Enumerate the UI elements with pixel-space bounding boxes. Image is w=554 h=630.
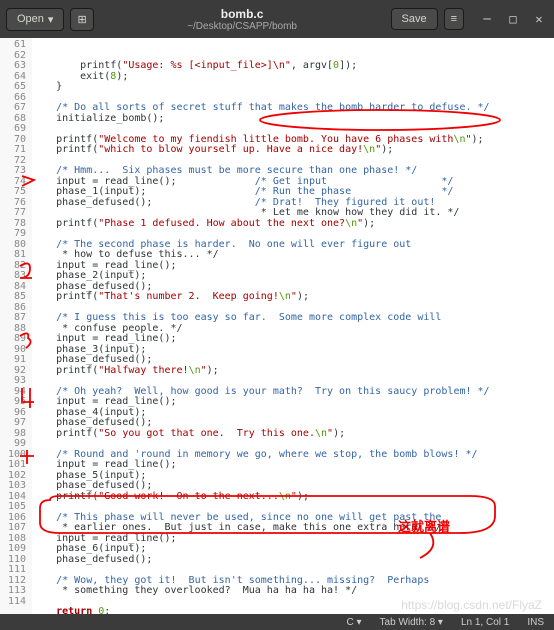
line-number: 114 bbox=[0, 597, 26, 608]
line-number: 109 bbox=[0, 544, 26, 555]
title-center: bomb.c ~/Desktop/CSAPP/bomb bbox=[100, 7, 385, 32]
line-number: 73 bbox=[0, 166, 26, 177]
code-line[interactable]: * earlier ones. But just in case, make t… bbox=[32, 523, 554, 534]
line-number: 69 bbox=[0, 124, 26, 135]
code-line[interactable]: /* Do all sorts of secret stuff that mak… bbox=[32, 103, 554, 114]
line-number: 77 bbox=[0, 208, 26, 219]
close-button[interactable]: ✕ bbox=[530, 10, 548, 28]
status-lang[interactable]: C ▾ bbox=[347, 617, 362, 628]
code-line[interactable]: exit(8); bbox=[32, 72, 554, 83]
line-number: 89 bbox=[0, 334, 26, 345]
maximize-button[interactable]: □ bbox=[504, 10, 522, 28]
code-view[interactable]: printf("Usage: %s [<input_file>]\n", arg… bbox=[32, 38, 554, 614]
titlebar: Open ▾ ⊞ bomb.c ~/Desktop/CSAPP/bomb Sav… bbox=[0, 0, 554, 38]
code-line[interactable]: printf("Good work! On to the next...\n")… bbox=[32, 492, 554, 503]
line-number-gutter: 6162636465666768697071727374757677787980… bbox=[0, 38, 32, 614]
editor-area[interactable]: 6162636465666768697071727374757677787980… bbox=[0, 38, 554, 614]
line-number: 95 bbox=[0, 397, 26, 408]
status-mode[interactable]: INS bbox=[527, 617, 544, 628]
code-line[interactable]: input = read_line(); bbox=[32, 397, 554, 408]
line-number: 75 bbox=[0, 187, 26, 198]
code-line[interactable]: initialize_bomb(); bbox=[32, 114, 554, 125]
hamburger-icon: ≡ bbox=[451, 13, 457, 25]
line-number: 91 bbox=[0, 355, 26, 366]
line-number: 99 bbox=[0, 439, 26, 450]
code-line[interactable]: printf("Phase 1 defused. How about the n… bbox=[32, 219, 554, 230]
code-line[interactable]: phase_defused(); bbox=[32, 555, 554, 566]
line-number: 81 bbox=[0, 250, 26, 261]
code-line[interactable]: phase_6(input); bbox=[32, 544, 554, 555]
close-icon: ✕ bbox=[535, 12, 542, 26]
line-number: 85 bbox=[0, 292, 26, 303]
line-number: 65 bbox=[0, 82, 26, 93]
code-line[interactable]: * something they overlooked? Mua ha ha h… bbox=[32, 586, 554, 597]
statusbar: C ▾ Tab Width: 8 ▾ Ln 1, Col 1 INS bbox=[0, 614, 554, 630]
code-line[interactable]: printf("So you got that one. Try this on… bbox=[32, 429, 554, 440]
save-label: Save bbox=[402, 13, 427, 25]
annotation-text: 这就离谱 bbox=[398, 516, 450, 535]
line-number: 87 bbox=[0, 313, 26, 324]
line-number: 71 bbox=[0, 145, 26, 156]
code-line[interactable]: printf("Halfway there!\n"); bbox=[32, 366, 554, 377]
code-line[interactable]: } bbox=[32, 82, 554, 93]
code-line[interactable] bbox=[32, 597, 554, 608]
line-number: 63 bbox=[0, 61, 26, 72]
line-number: 111 bbox=[0, 565, 26, 576]
new-tab-icon: ⊞ bbox=[77, 13, 86, 26]
code-line[interactable]: /* I guess this is too easy so far. Some… bbox=[32, 313, 554, 324]
line-number: 97 bbox=[0, 418, 26, 429]
code-line[interactable]: return 0; bbox=[32, 607, 554, 614]
open-button[interactable]: Open ▾ bbox=[6, 8, 64, 31]
status-tabwidth[interactable]: Tab Width: 8 ▾ bbox=[380, 617, 443, 628]
chevron-down-icon: ▾ bbox=[48, 13, 54, 26]
maximize-icon: □ bbox=[509, 12, 516, 26]
code-line[interactable]: input = read_line(); bbox=[32, 334, 554, 345]
code-line[interactable]: input = read_line(); bbox=[32, 460, 554, 471]
line-number: 107 bbox=[0, 523, 26, 534]
line-number: 105 bbox=[0, 502, 26, 513]
status-position[interactable]: Ln 1, Col 1 bbox=[461, 617, 509, 628]
filename-label: bomb.c bbox=[100, 7, 385, 21]
line-number: 79 bbox=[0, 229, 26, 240]
line-number: 83 bbox=[0, 271, 26, 282]
line-number: 103 bbox=[0, 481, 26, 492]
open-label: Open bbox=[17, 13, 44, 25]
line-number: 93 bbox=[0, 376, 26, 387]
line-number: 67 bbox=[0, 103, 26, 114]
code-line[interactable]: printf("That's number 2. Keep going!\n")… bbox=[32, 292, 554, 303]
save-button[interactable]: Save bbox=[391, 8, 438, 30]
code-line[interactable]: phase_2(input); bbox=[32, 271, 554, 282]
minimize-button[interactable]: ─ bbox=[478, 10, 496, 28]
new-tab-button[interactable]: ⊞ bbox=[70, 8, 93, 31]
menu-button[interactable]: ≡ bbox=[444, 8, 464, 30]
code-line[interactable]: printf("which to blow yourself up. Have … bbox=[32, 145, 554, 156]
line-number: 113 bbox=[0, 586, 26, 597]
minimize-icon: ─ bbox=[483, 12, 490, 26]
code-line[interactable]: * how to defuse this... */ bbox=[32, 250, 554, 261]
line-number: 61 bbox=[0, 40, 26, 51]
line-number: 101 bbox=[0, 460, 26, 471]
filepath-label: ~/Desktop/CSAPP/bomb bbox=[100, 21, 385, 32]
